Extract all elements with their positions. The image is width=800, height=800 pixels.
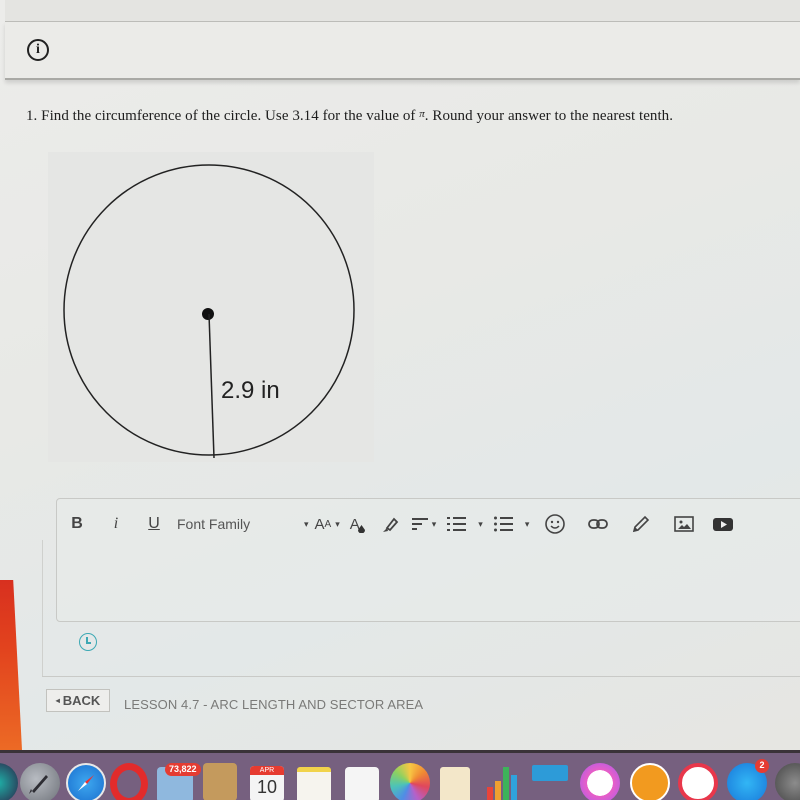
info-icon[interactable]: i: [27, 39, 49, 61]
underline-button[interactable]: U: [147, 515, 161, 533]
bullet-list-button[interactable]: ▾: [493, 513, 536, 535]
color-drop-icon: [357, 524, 365, 533]
rocket-icon: [29, 775, 48, 794]
font-size-small-glyph: A: [324, 518, 332, 530]
numbered-list-icon: [447, 517, 467, 531]
app-store-badge: 2: [755, 759, 769, 773]
font-family-caret-icon[interactable]: ▾: [304, 519, 309, 530]
align-icon: [411, 518, 428, 530]
text-color-button[interactable]: A: [350, 516, 365, 533]
bar-chart-icon: [487, 767, 517, 800]
link-icon[interactable]: [587, 513, 609, 535]
clock-icon[interactable]: [79, 633, 97, 651]
back-arrow-icon: ◂: [55, 696, 60, 705]
itunes-icon[interactable]: [580, 763, 620, 800]
radius-line: [208, 313, 215, 459]
editor-border-bottom: [42, 676, 800, 677]
question-tail: . Round your answer to the nearest tenth…: [424, 108, 674, 124]
keynote-icon[interactable]: [532, 765, 568, 781]
numbered-list-caret-icon: ▾: [478, 518, 483, 529]
font-size-button[interactable]: AA: [315, 516, 332, 533]
ibooks-icon[interactable]: [630, 763, 670, 800]
answer-editor: B i U Font Family ▾ AA ▾ A ▾ ▾ ▾: [56, 498, 800, 622]
editor-border-left: [42, 540, 43, 677]
answer-input[interactable]: [57, 549, 800, 621]
news-icon[interactable]: [678, 763, 718, 800]
circle-figure: 2.9 in: [63, 164, 355, 459]
numbered-list-button[interactable]: ▾: [446, 513, 489, 535]
font-family-select[interactable]: Font Family: [177, 516, 302, 532]
calendar-day: 10: [256, 777, 278, 797]
align-button[interactable]: ▾: [410, 513, 443, 535]
top-bar: [5, 0, 800, 22]
notification-badge: 73,822: [165, 763, 201, 776]
font-size-big-glyph: A: [314, 515, 325, 533]
bullet-list-icon: [493, 516, 513, 532]
info-bar: i: [5, 22, 800, 80]
safari-icon[interactable]: [66, 763, 106, 800]
question-number: 1.: [26, 108, 38, 124]
reminders-icon[interactable]: [345, 767, 379, 800]
numbers-icon[interactable]: [485, 763, 521, 800]
siri-icon[interactable]: [0, 763, 18, 800]
pencil-icon[interactable]: [630, 513, 652, 535]
calendar-icon[interactable]: APR 10: [250, 766, 284, 800]
align-caret-icon: ▾: [431, 518, 437, 529]
opera-icon[interactable]: [110, 763, 148, 800]
image-icon[interactable]: [673, 513, 695, 535]
bullet-list-caret-icon: ▾: [524, 518, 530, 529]
question-body: Find the circumference of the circle. Us…: [41, 108, 416, 124]
pages-icon[interactable]: [440, 767, 470, 800]
dock: 73,822 APR 10 2: [0, 750, 800, 800]
back-label: BACK: [62, 693, 101, 708]
photos-icon[interactable]: [390, 763, 430, 800]
lesson-title: LESSON 4.7 - ARC LENGTH AND SECTOR AREA: [124, 697, 424, 712]
radius-label: 2.9 in: [221, 377, 280, 404]
center-point: [202, 308, 214, 320]
italic-button[interactable]: i: [111, 515, 121, 533]
editor-toolbar: B i U Font Family ▾ AA ▾ A ▾ ▾ ▾: [57, 499, 800, 549]
emoji-icon[interactable]: [544, 513, 566, 535]
back-button[interactable]: ◂ BACK: [46, 689, 110, 712]
bold-button[interactable]: B: [69, 515, 85, 533]
font-size-caret-icon[interactable]: ▾: [335, 519, 340, 530]
question-text: 1. Find the circumference of the circle.…: [26, 108, 673, 125]
system-preferences-icon[interactable]: [775, 763, 800, 800]
launchpad-icon[interactable]: [20, 763, 60, 800]
compass-icon: [78, 775, 94, 791]
calendar-month: APR: [250, 766, 284, 775]
contacts-icon[interactable]: [203, 763, 237, 800]
video-icon[interactable]: [712, 513, 734, 535]
highlighter-icon[interactable]: [379, 513, 401, 535]
notes-icon[interactable]: [297, 767, 331, 800]
